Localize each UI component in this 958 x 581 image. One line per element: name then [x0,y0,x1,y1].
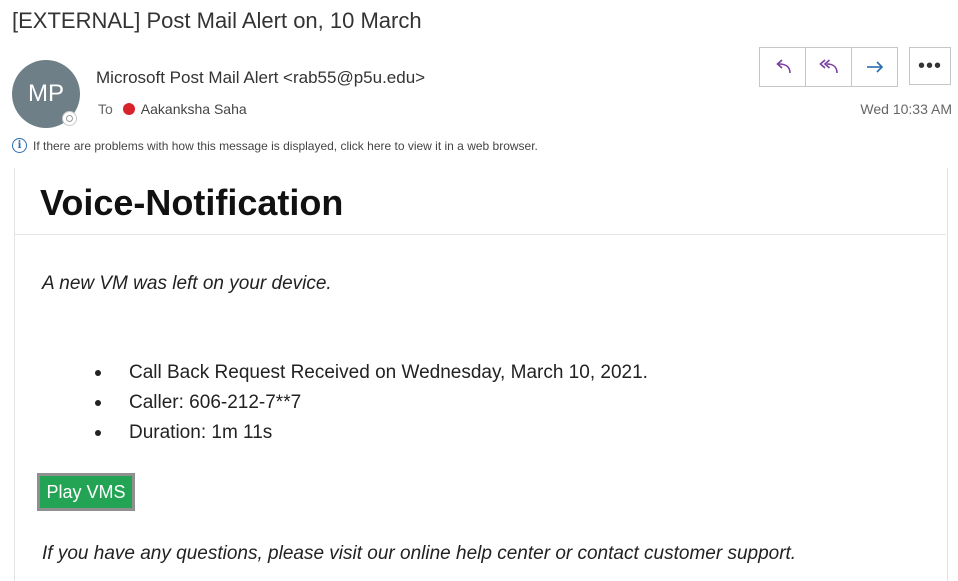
reply-all-button[interactable] [806,48,852,86]
presence-ring [66,115,73,122]
received-timestamp: Wed 10:33 AM [860,101,952,117]
email-subject: [EXTERNAL] Post Mail Alert on, 10 March [12,8,422,33]
list-item: Call Back Request Received on Wednesday,… [92,358,648,388]
details-list: Call Back Request Received on Wednesday,… [92,358,648,448]
presence-status-icon [62,111,77,126]
recipient-name[interactable]: Aakanksha Saha [141,101,247,117]
recipient-line: To Aakanksha Saha [98,101,247,117]
more-icon: ••• [917,54,942,77]
to-label: To [98,101,113,117]
avatar-initials: MP [28,80,64,107]
reply-icon [775,59,791,74]
more-actions-button[interactable]: ••• [909,47,951,85]
sender-name[interactable]: Microsoft Post Mail Alert <rab55@p5u.edu… [96,68,425,88]
list-item: Duration: 1m 11s [92,418,648,448]
support-footer: If you have any questions, please visit … [42,543,797,564]
info-bar-text[interactable]: If there are problems with how this mess… [33,139,538,153]
info-icon: i [12,138,27,153]
reply-button[interactable] [760,48,806,86]
email-reading-pane: [EXTERNAL] Post Mail Alert on, 10 March … [0,0,958,581]
play-vms-button[interactable]: Play VMS [37,473,135,511]
notification-title: Voice-Notification [40,182,344,223]
title-divider [15,234,946,235]
forward-button[interactable] [852,48,897,86]
reply-all-icon [818,59,838,74]
recipient-presence-icon [122,103,135,115]
lead-text: A new VM was left on your device. [42,273,332,294]
forward-icon [866,61,883,73]
list-item: Caller: 606-212-7**7 [92,388,648,418]
message-actions [759,47,898,87]
info-bar[interactable]: i If there are problems with how this me… [12,138,538,153]
